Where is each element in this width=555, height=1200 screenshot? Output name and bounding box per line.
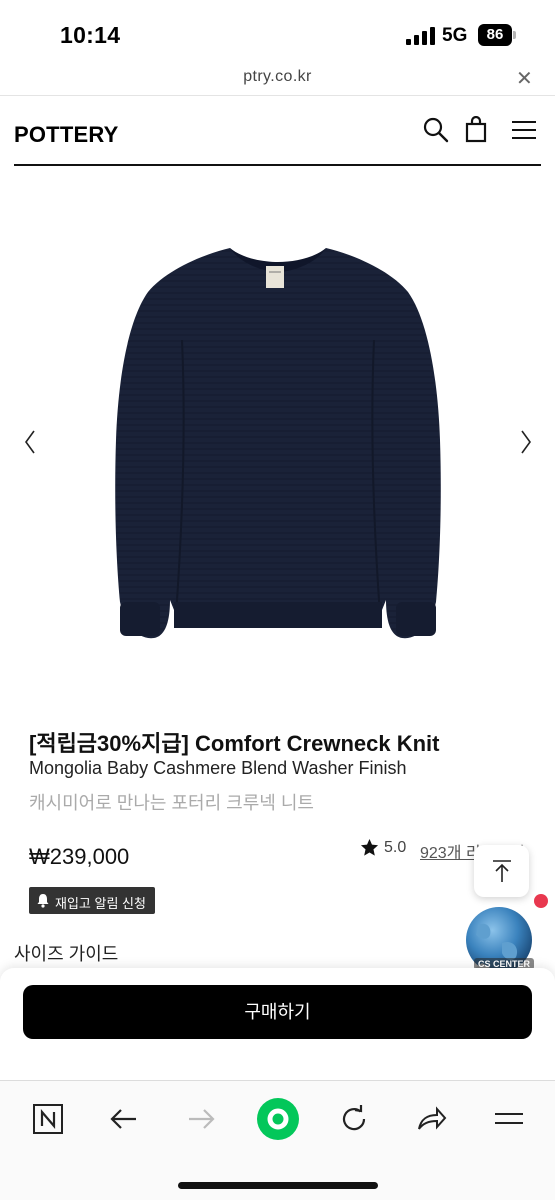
status-bar: 10:14 5G 86 — [0, 0, 555, 62]
cellular-signal-icon — [406, 27, 435, 45]
site-header: POTTERY — [14, 96, 541, 166]
buy-button[interactable]: 구매하기 — [23, 985, 532, 1039]
naver-n-icon[interactable] — [26, 1099, 70, 1139]
browser-toolbar — [0, 1080, 555, 1200]
battery-level: 86 — [478, 24, 512, 46]
hamburger-menu-icon[interactable] — [510, 116, 538, 144]
status-time: 10:14 — [60, 22, 121, 48]
purchase-panel: 구매하기 — [0, 968, 555, 1080]
network-type: 5G — [442, 25, 468, 46]
forward-arrow-icon[interactable] — [179, 1099, 223, 1139]
green-home-icon[interactable] — [254, 1095, 302, 1143]
refresh-icon[interactable] — [332, 1099, 376, 1139]
next-chevron-icon[interactable] — [516, 426, 536, 458]
product-title: [적립금30%지급] Comfort Crewneck Knit — [29, 731, 440, 756]
scroll-top-button[interactable] — [474, 845, 529, 897]
product-price: ₩239,000 — [29, 844, 130, 869]
back-arrow-icon[interactable] — [102, 1099, 146, 1139]
arrow-up-icon — [493, 860, 511, 882]
product-subtitle: Mongolia Baby Cashmere Blend Washer Fini… — [29, 758, 407, 778]
url-domain[interactable]: ptry.co.kr — [0, 68, 555, 86]
close-icon[interactable]: ✕ — [516, 66, 533, 91]
share-icon[interactable] — [409, 1099, 453, 1139]
rating-score: 5.0 — [384, 839, 407, 856]
product-image — [115, 248, 441, 639]
menu-icon[interactable] — [487, 1099, 531, 1139]
notification-dot — [534, 894, 548, 908]
shopping-bag-icon[interactable] — [462, 116, 490, 144]
bell-icon — [37, 894, 49, 908]
size-guide-link[interactable]: 사이즈 가이드 — [14, 940, 118, 966]
prev-chevron-icon[interactable] — [20, 426, 40, 458]
battery-icon: 86 — [478, 24, 518, 46]
restock-label: 재입고 알림 신청 — [55, 896, 146, 911]
battery-cap — [513, 31, 516, 39]
restock-alert-button[interactable]: 재입고 알림 신청 — [29, 887, 155, 914]
url-bar[interactable]: ptry.co.kr ✕ — [0, 62, 555, 96]
home-indicator — [178, 1182, 378, 1189]
search-icon[interactable] — [422, 116, 450, 144]
product-description: 캐시미어로 만나는 포터리 크루넥 니트 — [29, 793, 314, 813]
site-logo[interactable]: POTTERY — [14, 122, 118, 148]
star-icon — [360, 838, 379, 856]
